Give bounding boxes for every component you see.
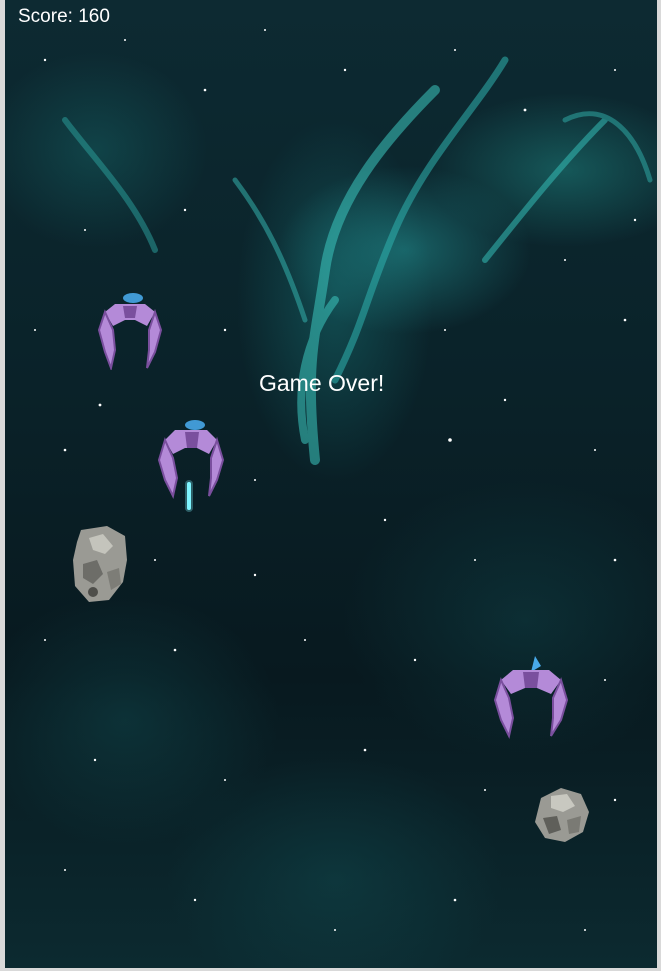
asteroid (73, 526, 127, 602)
enemy-ship (493, 656, 569, 739)
laser-bolt (185, 480, 193, 512)
game-canvas: Score: 160 Game Over! (5, 0, 657, 968)
score-value: 160 (78, 6, 110, 27)
score-display: Score: 160 (18, 6, 110, 28)
game-over-message: Game Over! (259, 370, 385, 396)
score-label: Score: (18, 6, 73, 27)
asteroid (535, 788, 589, 842)
enemy-ship (97, 293, 163, 370)
